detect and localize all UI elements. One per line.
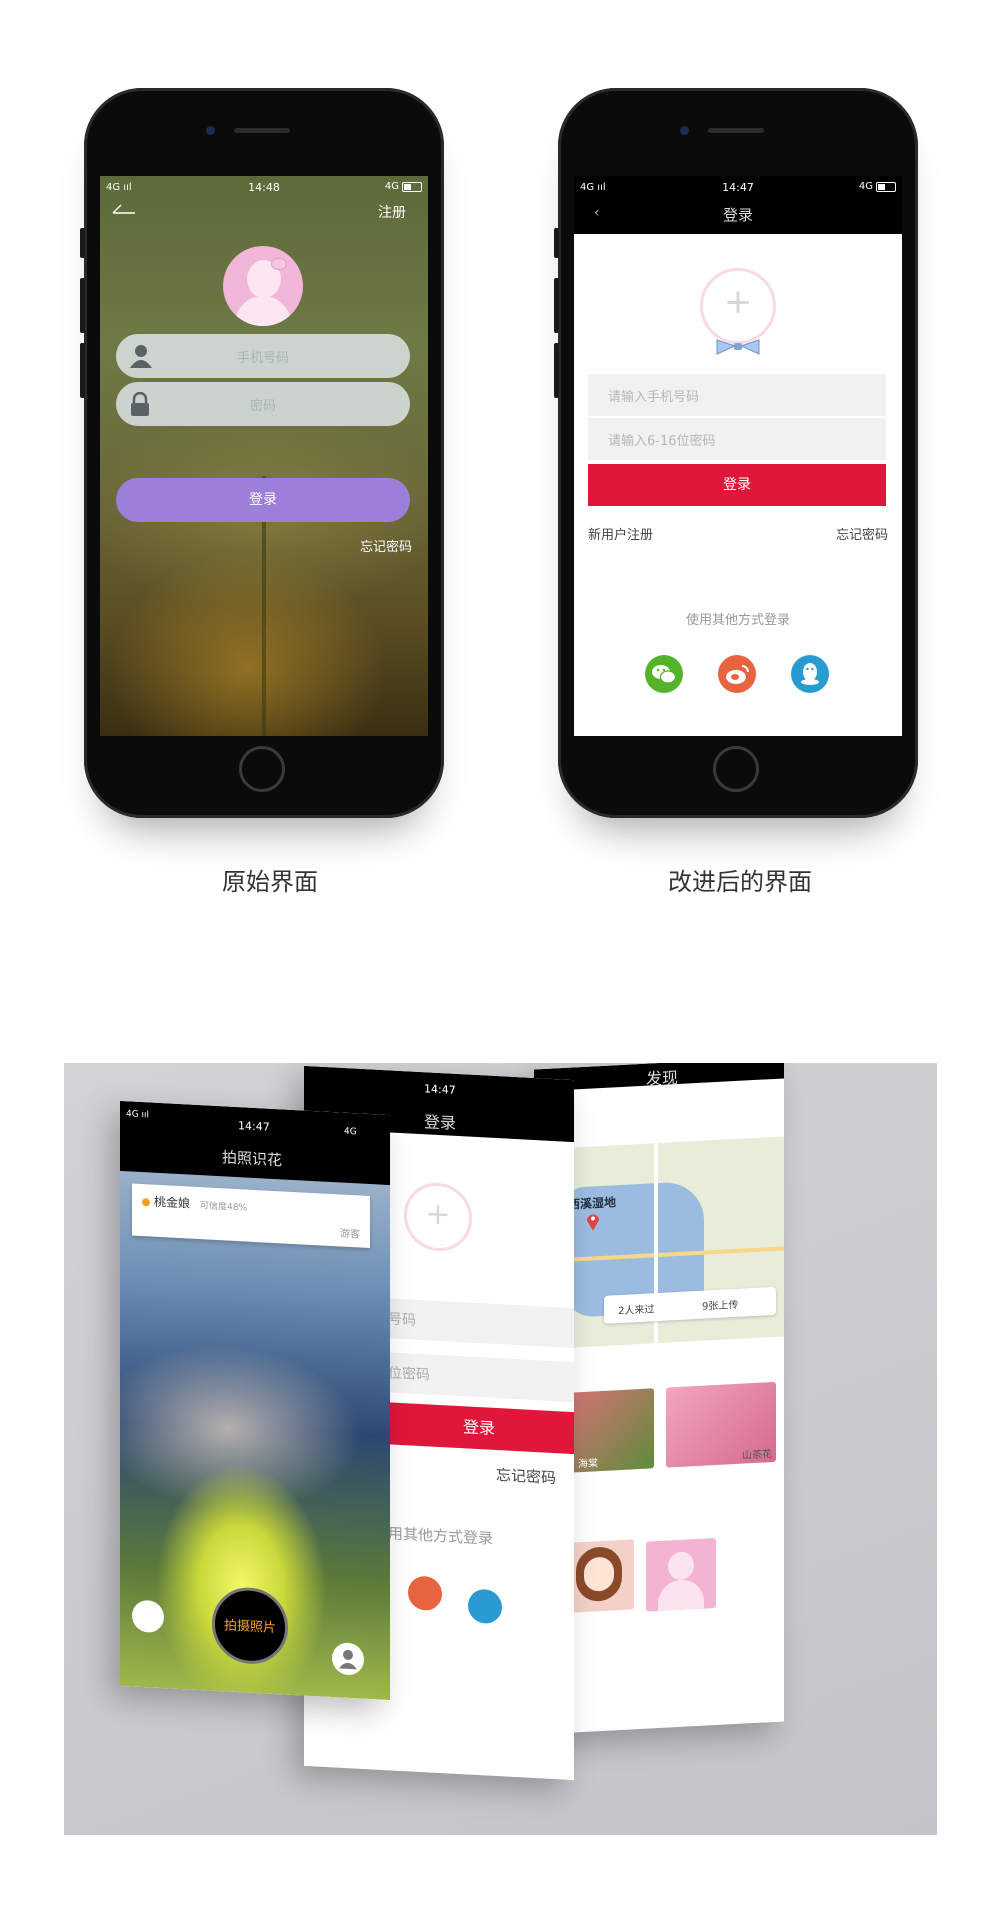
qq-login-icon[interactable] (791, 655, 829, 693)
user-avatar-cartoon[interactable] (564, 1539, 634, 1613)
weibo-login-icon[interactable] (718, 655, 756, 693)
speaker-grille (708, 128, 764, 133)
default-avatar (223, 246, 303, 326)
phone-placeholder: 手机号码 (236, 351, 289, 366)
new-user-register-link[interactable]: 新用户注册 (588, 524, 653, 543)
speaker-grille (234, 128, 290, 133)
original-login-screen: 4G ııl 14:48 4G 注册 手机号码 密码 登录 忘记密码 (100, 176, 428, 736)
user-avatar-default[interactable] (646, 1538, 716, 1612)
perspective-mockup-scene: 发现 西溪湿地 2人来过 9张上传 海棠 山茶花 14:47 登录 + 号码 位… (64, 1063, 937, 1835)
page-title: 登录 (722, 206, 753, 224)
middle-status-time: 14:47 (424, 1082, 456, 1097)
phone-input[interactable]: 请输入手机号码 (588, 374, 886, 416)
back-arrow-icon[interactable] (112, 204, 136, 214)
status-bar: 4G ııl 14:47 4G (574, 176, 902, 198)
forgot-password-link[interactable]: 忘记密码 (360, 536, 412, 555)
status-bar: 4G ııl 14:48 4G (100, 176, 428, 198)
photo-recognition-card: 4G ııl 14:47 4G 拍照识花 桃金娘 可信度48% 游客 拍摄照片 (120, 1100, 390, 1701)
middle-password-input[interactable]: 位密码 (384, 1352, 574, 1403)
middle-other-methods: 用其他方式登录 (388, 1524, 494, 1548)
front-camera-icon (206, 126, 215, 135)
front-network: 4G (344, 1126, 357, 1138)
plus-icon: + (723, 282, 753, 322)
result-flower-name: 桃金娘 (154, 1194, 191, 1211)
result-confidence: 可信度48% (200, 1201, 248, 1214)
forgot-password-link[interactable]: 忘记密码 (836, 524, 888, 543)
add-avatar-button[interactable]: + (700, 268, 776, 344)
original-caption: 原始界面 (222, 868, 318, 896)
password-input[interactable]: 密码 (116, 382, 410, 426)
front-signal: 4G ııl (126, 1109, 150, 1121)
network-label: 4G (858, 181, 873, 192)
filter-people-dropdown[interactable]: 2人来过 (618, 1300, 654, 1317)
flower-label-2: 山茶花 (742, 1449, 772, 1462)
middle-add-avatar[interactable]: + (404, 1181, 472, 1253)
bird-icon[interactable] (132, 1599, 164, 1634)
middle-login-button[interactable]: 登录 (384, 1402, 574, 1455)
result-user: 游客 (340, 1228, 360, 1241)
filter-photos-dropdown[interactable]: 9张上传 (702, 1296, 738, 1313)
map-location-label: 西溪湿地 (568, 1195, 617, 1212)
middle-phone-placeholder: 号码 (388, 1311, 416, 1329)
phone-input[interactable]: 手机号码 (116, 334, 410, 378)
bowtie-icon (716, 339, 760, 355)
flower-photo-2[interactable]: 山茶花 (666, 1381, 776, 1468)
improved-login-screen: 4G ııl 14:47 4G ‹ 登录 + 请输入手机号码 请输入6-16位密… (574, 176, 902, 736)
profile-icon[interactable] (332, 1642, 364, 1676)
flower-label-1: 海棠 (578, 1458, 598, 1471)
phone-placeholder: 请输入手机号码 (608, 390, 700, 405)
front-title: 拍照识花 (222, 1148, 283, 1170)
battery-icon (402, 181, 422, 192)
middle-password-placeholder: 位密码 (388, 1365, 430, 1384)
improved-phone-mockup: 4G ııl 14:47 4G ‹ 登录 + 请输入手机号码 请输入6-16位密… (554, 88, 918, 818)
middle-login-title: 登录 (424, 1112, 457, 1133)
other-login-methods-label: 使用其他方式登录 (685, 613, 790, 628)
map-pin-icon (587, 1214, 599, 1231)
home-button (713, 746, 759, 792)
login-button[interactable]: 登录 (588, 464, 886, 506)
password-placeholder: 密码 (249, 399, 276, 414)
register-link[interactable]: 注册 (378, 202, 406, 222)
front-camera-icon (680, 126, 689, 135)
battery-icon (876, 181, 896, 192)
original-phone-mockup: 4G ııl 14:48 4G 注册 手机号码 密码 登录 忘记密码 (80, 88, 444, 818)
password-placeholder: 请输入6-16位密码 (608, 434, 716, 449)
improved-caption: 改进后的界面 (668, 868, 812, 896)
shoot-photo-label: 拍摄照片 (223, 1618, 276, 1637)
password-input[interactable]: 请输入6-16位密码 (588, 418, 886, 460)
middle-forgot-link[interactable]: 忘记密码 (496, 1464, 556, 1488)
middle-phone-input[interactable]: 号码 (384, 1298, 574, 1349)
front-status-time: 14:47 (238, 1119, 270, 1134)
wechat-login-icon[interactable] (645, 655, 683, 693)
middle-qq-icon[interactable] (468, 1588, 502, 1625)
network-label: 4G (384, 181, 399, 192)
discover-title: 发现 (646, 1068, 679, 1089)
middle-weibo-icon[interactable] (408, 1575, 442, 1612)
login-button[interactable]: 登录 (116, 478, 410, 522)
status-time: 14:48 (248, 181, 280, 194)
home-button (239, 746, 285, 792)
status-time: 14:47 (722, 181, 754, 194)
